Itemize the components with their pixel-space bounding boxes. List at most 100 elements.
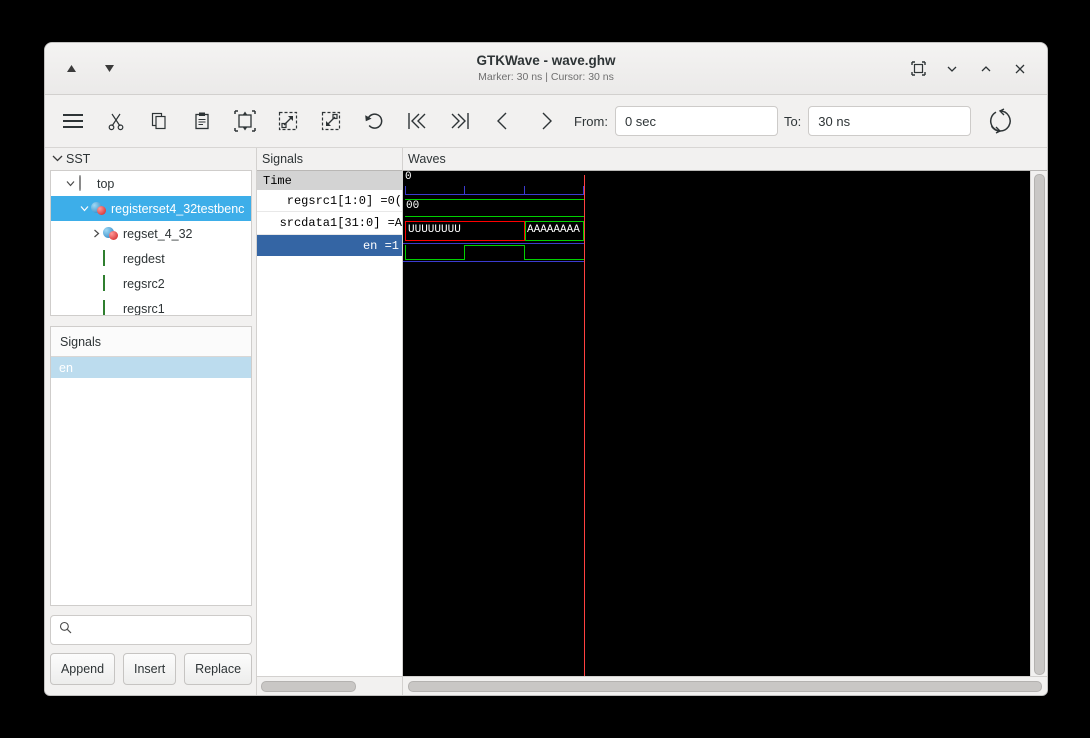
- name-row-en[interactable]: en =1: [257, 235, 402, 256]
- titlebar-nav-group: [45, 57, 121, 81]
- chevron-right-icon[interactable]: [89, 229, 103, 238]
- tree-item-regsrc1[interactable]: regsrc1: [51, 296, 251, 316]
- from-label: From:: [574, 113, 608, 129]
- signal-icon: [103, 249, 119, 267]
- go-next-icon[interactable]: [530, 105, 562, 137]
- wave-srcdata1-value: AAAAAAAA: [527, 224, 580, 236]
- waves-main: 0 00 UUUUUUUU AAAAAAAA: [403, 170, 1047, 676]
- wave-regsrc1-value: 00: [406, 200, 420, 212]
- signal-filter-field[interactable]: [50, 615, 252, 645]
- tree-item-label: regset_4_32: [123, 226, 193, 241]
- signal-names-list[interactable]: Time regsrc1[1:0] =0( srcdata1[31:0] =A …: [257, 170, 402, 676]
- waves-pane: Waves 0 00 UUUUUUUU AAAAAAAA: [402, 148, 1047, 695]
- cut-icon[interactable]: [100, 105, 132, 137]
- chevron-down-icon[interactable]: [52, 154, 63, 164]
- to-input[interactable]: 30 ns: [808, 106, 972, 136]
- name-row-srcdata1[interactable]: srcdata1[31:0] =A: [257, 212, 402, 235]
- sst-header-label: SST: [66, 152, 91, 166]
- wave-en-selection-top: [403, 243, 584, 244]
- module-icon: [77, 174, 93, 192]
- from-input[interactable]: 0 sec: [614, 106, 778, 136]
- signals-list-panel: Signals en: [50, 326, 252, 606]
- window-controls: [907, 58, 1047, 80]
- scrollbar-thumb[interactable]: [1033, 174, 1045, 675]
- wave-canvas[interactable]: 0 00 UUUUUUUU AAAAAAAA: [403, 171, 1030, 676]
- tree-item-top[interactable]: top: [51, 171, 251, 196]
- wave-en-high-segment: [464, 245, 524, 246]
- wave-en-selection-bottom: [403, 261, 584, 262]
- name-row-regsrc1[interactable]: regsrc1[1:0] =0(: [257, 191, 402, 212]
- tree-item-regsrc2[interactable]: regsrc2: [51, 271, 251, 296]
- tree-item-registerset4-32testbench[interactable]: registerset4_32testbenc: [51, 196, 251, 221]
- title-center-group: GTKWave - wave.ghw Marker: 30 ns | Curso…: [45, 43, 1047, 94]
- tree-item-regdest[interactable]: regdest: [51, 246, 251, 271]
- wave-en-falling-edge: [524, 245, 525, 260]
- zoom-fit-icon[interactable]: [229, 105, 261, 137]
- wave-regsrc1-top: [405, 199, 584, 200]
- zoom-out-icon[interactable]: [315, 105, 347, 137]
- wave-time-origin-label: 0: [405, 171, 412, 183]
- go-last-icon[interactable]: [444, 105, 476, 137]
- tree-item-label: registerset4_32testbenc: [111, 201, 245, 216]
- paste-icon[interactable]: [186, 105, 218, 137]
- sst-pane: SST top registerset4_32testbenc regset_4…: [45, 148, 256, 695]
- go-previous-icon[interactable]: [487, 105, 519, 137]
- signals-list-header: Signals: [51, 327, 251, 357]
- waves-vscrollbar[interactable]: [1030, 171, 1047, 676]
- chevron-up-icon[interactable]: [975, 58, 997, 80]
- wave-en-left-edge: [405, 245, 406, 260]
- replace-button[interactable]: Replace: [184, 653, 253, 685]
- triangle-up-icon[interactable]: [59, 57, 83, 81]
- window-subtitle: Marker: 30 ns | Cursor: 30 ns: [478, 71, 614, 83]
- tree-item-regset-4-32[interactable]: regset_4_32: [51, 221, 251, 246]
- copy-icon[interactable]: [143, 105, 175, 137]
- ruler-baseline: [405, 194, 584, 195]
- chevron-down-icon[interactable]: [63, 180, 77, 187]
- reload-icon[interactable]: [984, 105, 1016, 137]
- triangle-down-icon[interactable]: [97, 57, 121, 81]
- search-row: [50, 615, 252, 645]
- wave-srcdata1-undefined-value: UUUUUUUU: [408, 224, 461, 236]
- close-icon[interactable]: [1009, 58, 1031, 80]
- wave-en-low-segment-2: [524, 259, 584, 260]
- tree-item-label: top: [97, 176, 115, 191]
- search-input[interactable]: [79, 622, 243, 638]
- ruler-tick-0: [405, 186, 406, 195]
- go-first-icon[interactable]: [401, 105, 433, 137]
- wave-cursor-line[interactable]: [584, 175, 585, 676]
- wave-en-low-segment-1: [405, 259, 464, 260]
- tree-item-label: regdest: [123, 251, 165, 266]
- signals-list-item-label: en: [59, 360, 73, 375]
- chevron-down-icon[interactable]: [77, 205, 91, 212]
- title-bar: GTKWave - wave.ghw Marker: 30 ns | Curso…: [45, 43, 1047, 95]
- ruler-tick-20: [524, 186, 525, 195]
- tree-item-label: regsrc1: [123, 301, 165, 316]
- scope-icon: [91, 201, 107, 217]
- main-toolbar: From: 0 sec To: 30 ns: [45, 95, 1047, 148]
- insert-button[interactable]: Insert: [123, 653, 177, 685]
- signal-icon: [103, 299, 119, 315]
- name-row-time: Time: [257, 171, 402, 191]
- signal-names-pane: Signals Time regsrc1[1:0] =0( srcdata1[3…: [256, 148, 402, 695]
- menu-icon[interactable]: [57, 105, 89, 137]
- append-button[interactable]: Append: [50, 653, 116, 685]
- signals-list-item-en[interactable]: en: [51, 357, 251, 378]
- scrollbar-thumb[interactable]: [408, 680, 1042, 692]
- ruler-tick-10: [464, 186, 465, 195]
- sst-tree[interactable]: top registerset4_32testbenc regset_4_32 …: [50, 170, 252, 316]
- fullscreen-icon[interactable]: [907, 58, 929, 80]
- chevron-down-icon[interactable]: [941, 58, 963, 80]
- window-title: GTKWave - wave.ghw: [476, 53, 616, 68]
- undo-icon[interactable]: [358, 105, 390, 137]
- scrollbar-thumb[interactable]: [261, 680, 356, 692]
- waves-hscrollbar[interactable]: [403, 676, 1047, 695]
- gtkwave-window: GTKWave - wave.ghw Marker: 30 ns | Curso…: [44, 42, 1048, 696]
- sst-header[interactable]: SST: [50, 148, 252, 170]
- window-body: SST top registerset4_32testbenc regset_4…: [45, 148, 1047, 695]
- signal-icon: [103, 274, 119, 292]
- signal-action-buttons: Append Insert Replace: [50, 653, 253, 685]
- to-label: To:: [783, 113, 802, 129]
- zoom-in-icon[interactable]: [272, 105, 304, 137]
- signal-names-title: Signals: [262, 152, 303, 166]
- signal-names-hscrollbar[interactable]: [257, 676, 402, 695]
